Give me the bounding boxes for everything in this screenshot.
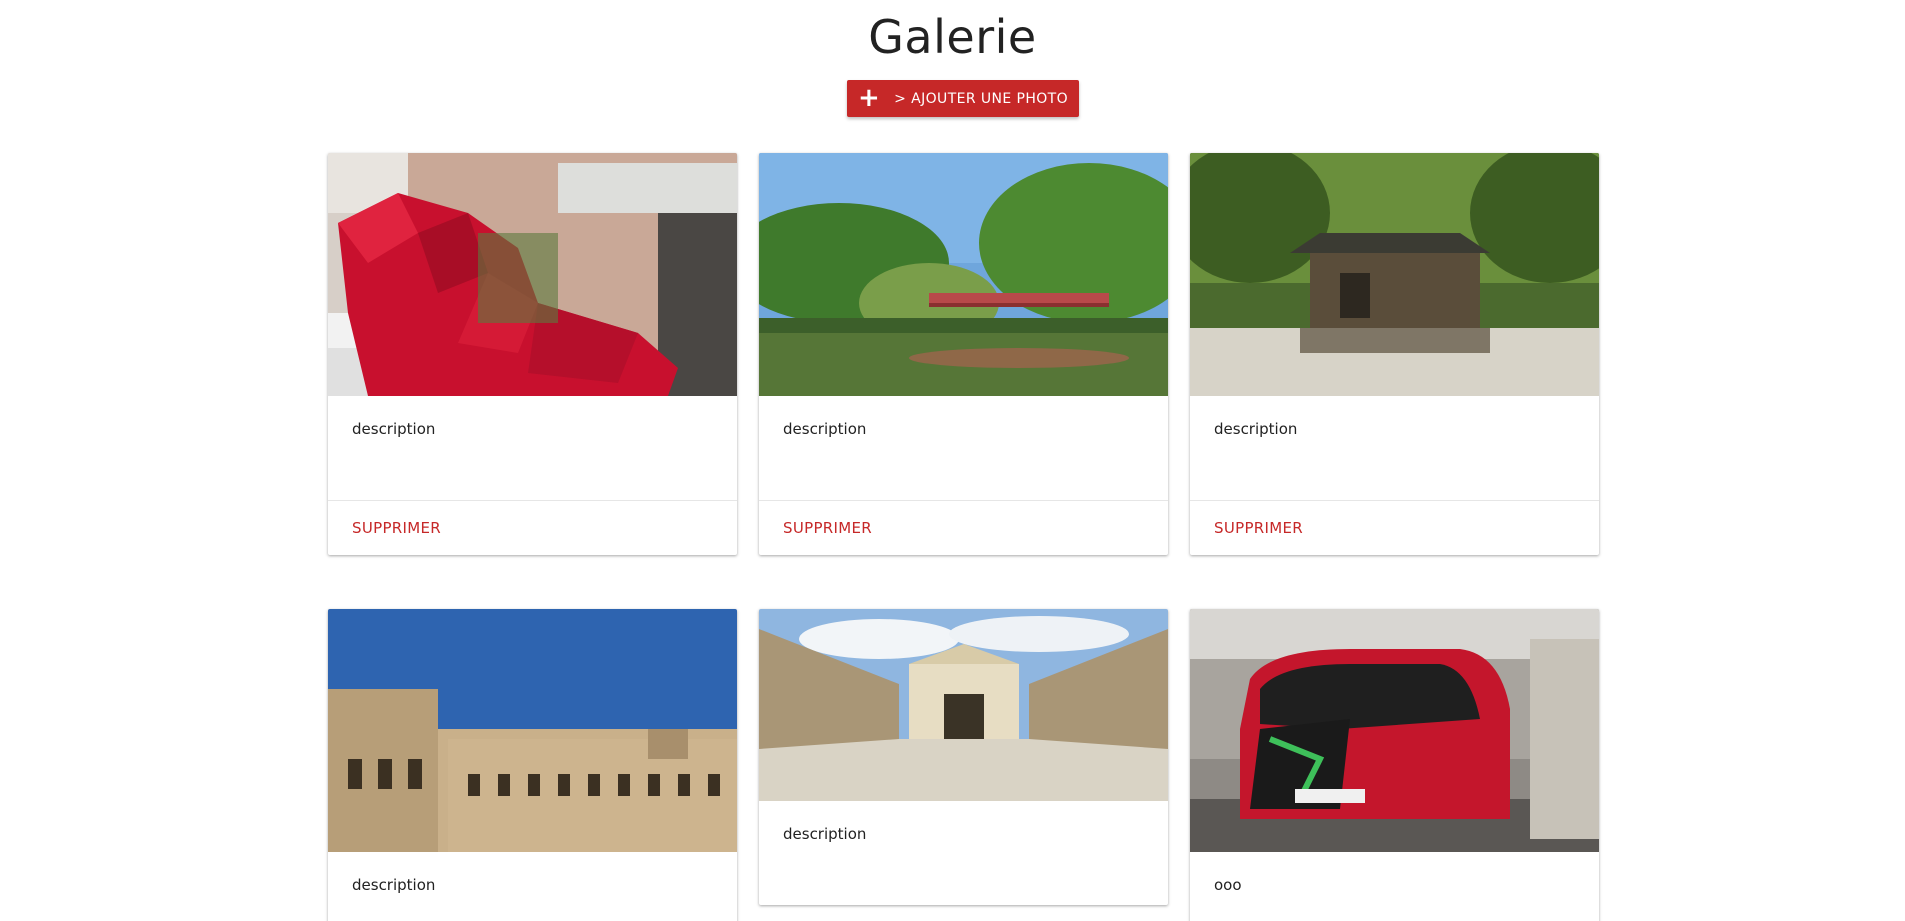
- photo-card: description SUPPRIMER: [759, 153, 1168, 555]
- photo-card: description SUPPRIMER: [328, 153, 737, 555]
- add-photo-label: > AJOUTER UNE PHOTO: [894, 90, 1069, 107]
- photo-image[interactable]: [1190, 609, 1599, 852]
- photo-image[interactable]: [328, 153, 737, 396]
- gallery-page: Galerie + > AJOUTER UNE PHOTO descriptio…: [0, 0, 1905, 921]
- photo-card: description: [328, 609, 737, 921]
- plus-icon: +: [857, 82, 881, 113]
- page-title: Galerie: [868, 10, 1037, 64]
- delete-button[interactable]: SUPPRIMER: [759, 500, 1168, 555]
- photo-card: description: [759, 609, 1168, 905]
- photo-description: description: [352, 420, 436, 438]
- add-photo-button[interactable]: + > AJOUTER UNE PHOTO: [847, 80, 1079, 117]
- photo-card: description SUPPRIMER: [1190, 153, 1599, 555]
- delete-button[interactable]: SUPPRIMER: [1190, 500, 1599, 555]
- photo-image[interactable]: [759, 153, 1168, 396]
- photo-description: description: [352, 876, 436, 894]
- delete-button[interactable]: SUPPRIMER: [328, 500, 737, 555]
- photo-image[interactable]: [328, 609, 737, 852]
- photo-description: ooo: [1214, 876, 1242, 894]
- photo-description: description: [1214, 420, 1298, 438]
- photo-description: description: [783, 825, 867, 843]
- photo-card: ooo: [1190, 609, 1599, 921]
- photo-image[interactable]: [759, 609, 1168, 801]
- photo-description: description: [783, 420, 867, 438]
- photo-image[interactable]: [1190, 153, 1599, 396]
